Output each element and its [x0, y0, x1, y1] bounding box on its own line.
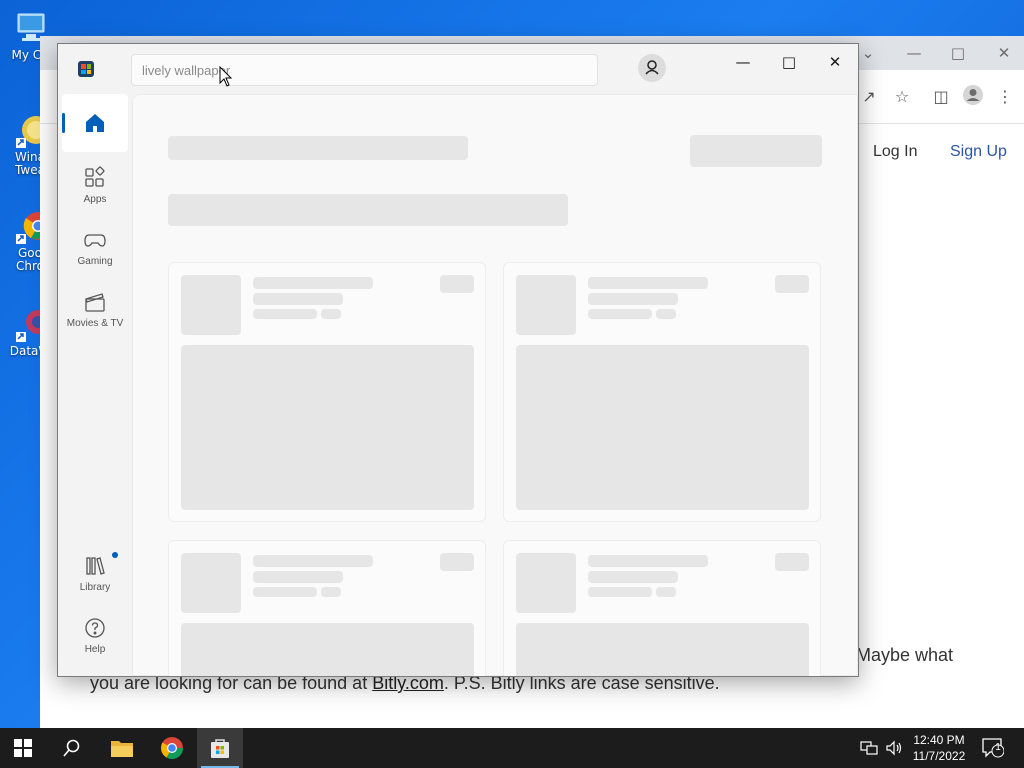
skeleton-action: [690, 135, 822, 167]
clapperboard-icon: [83, 290, 107, 314]
game-controller-icon: [83, 228, 107, 252]
store-maximize-button[interactable]: □: [774, 52, 804, 72]
taskbar-file-explorer[interactable]: [99, 728, 145, 768]
nav-item-library[interactable]: Library: [62, 546, 128, 604]
search-icon: [63, 739, 80, 757]
nav-item-apps[interactable]: Apps: [62, 158, 128, 216]
side-panel-icon[interactable]: ◫: [930, 86, 952, 108]
nav-label: Gaming: [77, 256, 113, 267]
taskbar: 12:40 PM 11/7/2022 1: [0, 728, 1024, 768]
network-icon[interactable]: [860, 740, 878, 759]
windows-logo-icon: [14, 739, 32, 757]
nav-item-home[interactable]: [62, 94, 128, 152]
store-bag-icon: [211, 739, 229, 758]
clock-date: 11/7/2022: [912, 749, 966, 763]
store-minimize-button[interactable]: —: [728, 52, 758, 72]
bookmark-star-icon[interactable]: ☆: [891, 86, 913, 108]
nav-item-help[interactable]: Help: [62, 608, 128, 666]
browser-minimize-button[interactable]: —: [902, 42, 926, 64]
nav-item-gaming[interactable]: Gaming: [62, 220, 128, 278]
apps-grid-icon: [83, 166, 107, 190]
microsoft-store-window: lively wallpaper — □ ✕ Apps Gaming Movie…: [57, 43, 859, 677]
nav-label: Help: [84, 644, 106, 655]
chevron-down-icon[interactable]: ⌄: [856, 42, 880, 64]
account-button[interactable]: [638, 54, 666, 82]
profile-icon[interactable]: [962, 84, 984, 106]
browser-close-button[interactable]: ✕: [992, 42, 1016, 64]
search-button[interactable]: [49, 728, 95, 768]
search-input[interactable]: lively wallpaper: [131, 54, 598, 86]
signup-link[interactable]: Sign Up: [950, 143, 1007, 161]
message-text-line1: Maybe what: [856, 645, 954, 665]
skeleton-card: [168, 540, 486, 676]
share-icon[interactable]: ↗: [858, 86, 880, 108]
nav-label: Library: [79, 582, 111, 593]
library-icon: [83, 554, 107, 578]
home-icon: [83, 111, 107, 135]
skeleton-title: [168, 136, 468, 160]
volume-icon[interactable]: [885, 740, 903, 759]
store-sidebar: Apps Gaming Movies & TV Library Help: [58, 94, 132, 676]
taskbar-chrome[interactable]: [149, 728, 195, 768]
system-clock[interactable]: 12:40 PM 11/7/2022: [906, 732, 972, 764]
library-update-badge: [112, 552, 118, 558]
chrome-icon: [161, 737, 183, 759]
notification-count: 1: [995, 742, 1001, 753]
store-content-loading: [132, 94, 858, 676]
more-menu-icon[interactable]: ⋮: [994, 86, 1016, 108]
skeleton-card: [503, 540, 821, 676]
skeleton-subtitle: [168, 194, 568, 226]
mouse-cursor-icon: [219, 66, 233, 87]
nav-item-movies-tv[interactable]: Movies & TV: [62, 282, 128, 340]
start-button[interactable]: [0, 728, 46, 768]
skeleton-card: [168, 262, 486, 522]
person-icon: [645, 60, 659, 75]
action-center-button[interactable]: 1: [982, 738, 1005, 761]
folder-icon: [111, 741, 133, 757]
nav-label: Apps: [83, 194, 107, 205]
store-logo-icon: [78, 61, 94, 77]
store-close-button[interactable]: ✕: [820, 52, 850, 72]
help-icon: [83, 616, 107, 640]
taskbar-microsoft-store[interactable]: [197, 728, 243, 768]
skeleton-card: [503, 262, 821, 522]
browser-maximize-button[interactable]: □: [946, 42, 970, 64]
login-link[interactable]: Log In: [873, 143, 917, 161]
nav-label: Movies & TV: [66, 318, 124, 329]
store-titlebar: lively wallpaper — □ ✕: [58, 44, 858, 94]
clock-time: 12:40 PM: [913, 733, 965, 747]
